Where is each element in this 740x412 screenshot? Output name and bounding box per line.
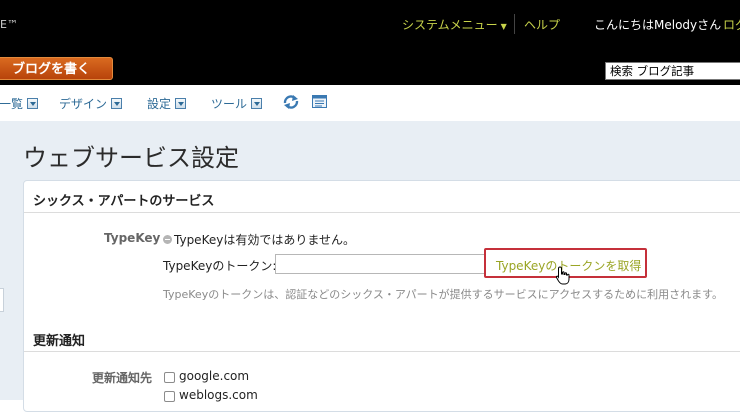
ping-google-label: google.com bbox=[179, 369, 250, 383]
typekey-status-text: TypeKeyは有効ではありません。 bbox=[174, 233, 355, 247]
update-ping-section-title: 更新通知 bbox=[33, 334, 86, 349]
header-divider bbox=[514, 14, 515, 34]
section-divider bbox=[24, 212, 740, 213]
menu-item-label: 一覧 bbox=[0, 97, 24, 111]
write-blog-button[interactable]: ブログを書く bbox=[0, 57, 113, 80]
system-menu-label: システムメニュー bbox=[402, 18, 498, 32]
menu-item-design[interactable]: デザイン bbox=[59, 95, 123, 112]
dropdown-arrow-icon[interactable] bbox=[111, 98, 123, 109]
search-input[interactable] bbox=[605, 62, 740, 80]
brand-logo: E™ bbox=[0, 18, 18, 31]
page-title: ウェブサービス設定 bbox=[23, 144, 239, 172]
menu-item-list[interactable]: 一覧 bbox=[0, 95, 39, 112]
dropdown-arrow-icon[interactable] bbox=[27, 98, 39, 109]
token-hint: TypeKeyのトークンは、認証などのシックス・アパートが提供するサービスにアク… bbox=[163, 288, 724, 301]
help-link[interactable]: ヘルプ bbox=[524, 16, 560, 33]
menu-item-tools[interactable]: ツール bbox=[211, 95, 263, 112]
menu-item-label: デザイン bbox=[59, 97, 108, 111]
token-label: TypeKeyのトークン: bbox=[163, 259, 277, 273]
view-site-icon[interactable] bbox=[312, 95, 327, 108]
dropdown-arrow-icon[interactable] bbox=[175, 98, 187, 109]
typekey-status: TypeKeyは有効ではありません。 bbox=[163, 231, 355, 248]
menu-item-label: ツール bbox=[211, 97, 248, 111]
refresh-icon[interactable] bbox=[283, 95, 299, 109]
typekey-label: TypeKey bbox=[104, 231, 161, 245]
menu-item-label: 設定 bbox=[147, 97, 172, 111]
section-divider bbox=[24, 351, 740, 352]
typekey-token-input[interactable] bbox=[275, 254, 487, 274]
hand-cursor-icon bbox=[555, 266, 570, 285]
update-ping-label: 更新通知先 bbox=[92, 371, 153, 385]
dropdown-arrow-icon[interactable] bbox=[251, 98, 263, 109]
system-menu-link[interactable]: システムメニュー ▼ bbox=[402, 16, 507, 33]
info-icon bbox=[163, 235, 172, 244]
side-panel-handle[interactable] bbox=[0, 288, 4, 312]
logout-link[interactable]: ログ bbox=[723, 16, 740, 33]
user-greeting: こんにちはMelodyさん bbox=[594, 18, 722, 32]
ping-weblogs-checkbox[interactable] bbox=[164, 391, 175, 402]
menu-item-settings[interactable]: 設定 bbox=[147, 95, 187, 112]
triangle-down-icon: ▼ bbox=[500, 22, 507, 31]
six-apart-section-title: シックス・アパートのサービス bbox=[33, 194, 215, 209]
ping-google-checkbox[interactable] bbox=[164, 372, 175, 383]
